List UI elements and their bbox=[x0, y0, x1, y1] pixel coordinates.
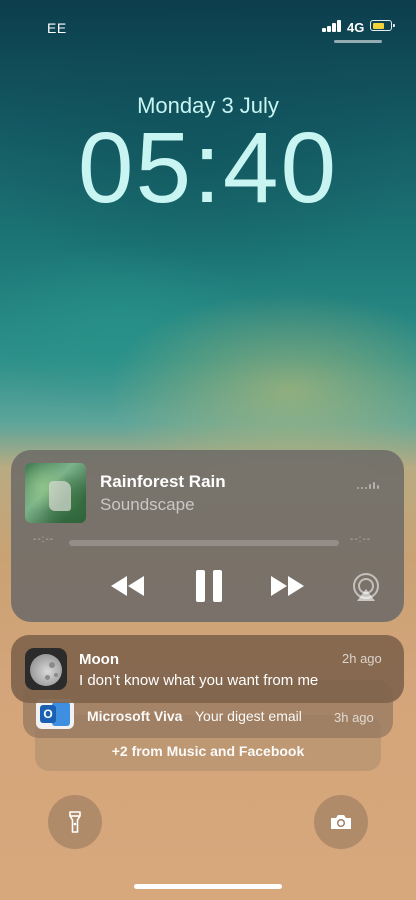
notification-time: 2h ago bbox=[342, 651, 382, 666]
lock-time: 05:40 bbox=[77, 112, 339, 224]
fast-forward-icon[interactable] bbox=[269, 575, 305, 597]
signal-icon bbox=[322, 19, 344, 32]
flashlight-button[interactable] bbox=[48, 795, 102, 849]
notification-time: 3h ago bbox=[334, 710, 374, 725]
network-label: 4G bbox=[347, 20, 365, 35]
camera-icon bbox=[331, 815, 351, 829]
pause-icon[interactable] bbox=[193, 569, 225, 603]
notification-app-name: Microsoft Viva bbox=[87, 708, 183, 724]
more-notifications-summary[interactable]: +2 from Music and Facebook bbox=[35, 743, 381, 759]
track-title: Rainforest Rain bbox=[100, 472, 226, 491]
notification-app-name: Moon bbox=[79, 651, 119, 668]
now-playing-widget[interactable]: Rainforest Rain Soundscape --:-- --:-- bbox=[11, 450, 404, 622]
control-center-indicator[interactable] bbox=[334, 40, 382, 43]
microsoft-viva-app-icon: O bbox=[36, 699, 74, 729]
camera-button[interactable] bbox=[314, 795, 368, 849]
track-subtitle: Soundscape bbox=[100, 495, 195, 514]
moon-app-icon bbox=[25, 648, 67, 690]
remaining-time: --:-- bbox=[350, 534, 372, 545]
rewind-icon[interactable] bbox=[110, 575, 146, 597]
home-indicator[interactable] bbox=[134, 884, 282, 889]
status-bar: EE 4G bbox=[0, 0, 416, 54]
playback-scrubber[interactable] bbox=[69, 540, 339, 546]
airplay-icon[interactable] bbox=[351, 572, 381, 602]
carrier-label: EE bbox=[47, 20, 67, 36]
audio-waveform-icon bbox=[357, 481, 379, 489]
flashlight-icon bbox=[69, 811, 81, 833]
notification-moon[interactable]: Moon I don’t know what you want from me … bbox=[11, 635, 404, 703]
album-art[interactable] bbox=[25, 463, 86, 523]
notification-body: Your digest email bbox=[195, 708, 302, 724]
battery-icon bbox=[370, 20, 395, 31]
elapsed-time: --:-- bbox=[33, 534, 55, 545]
notification-body: I don’t know what you want from me bbox=[79, 672, 319, 689]
